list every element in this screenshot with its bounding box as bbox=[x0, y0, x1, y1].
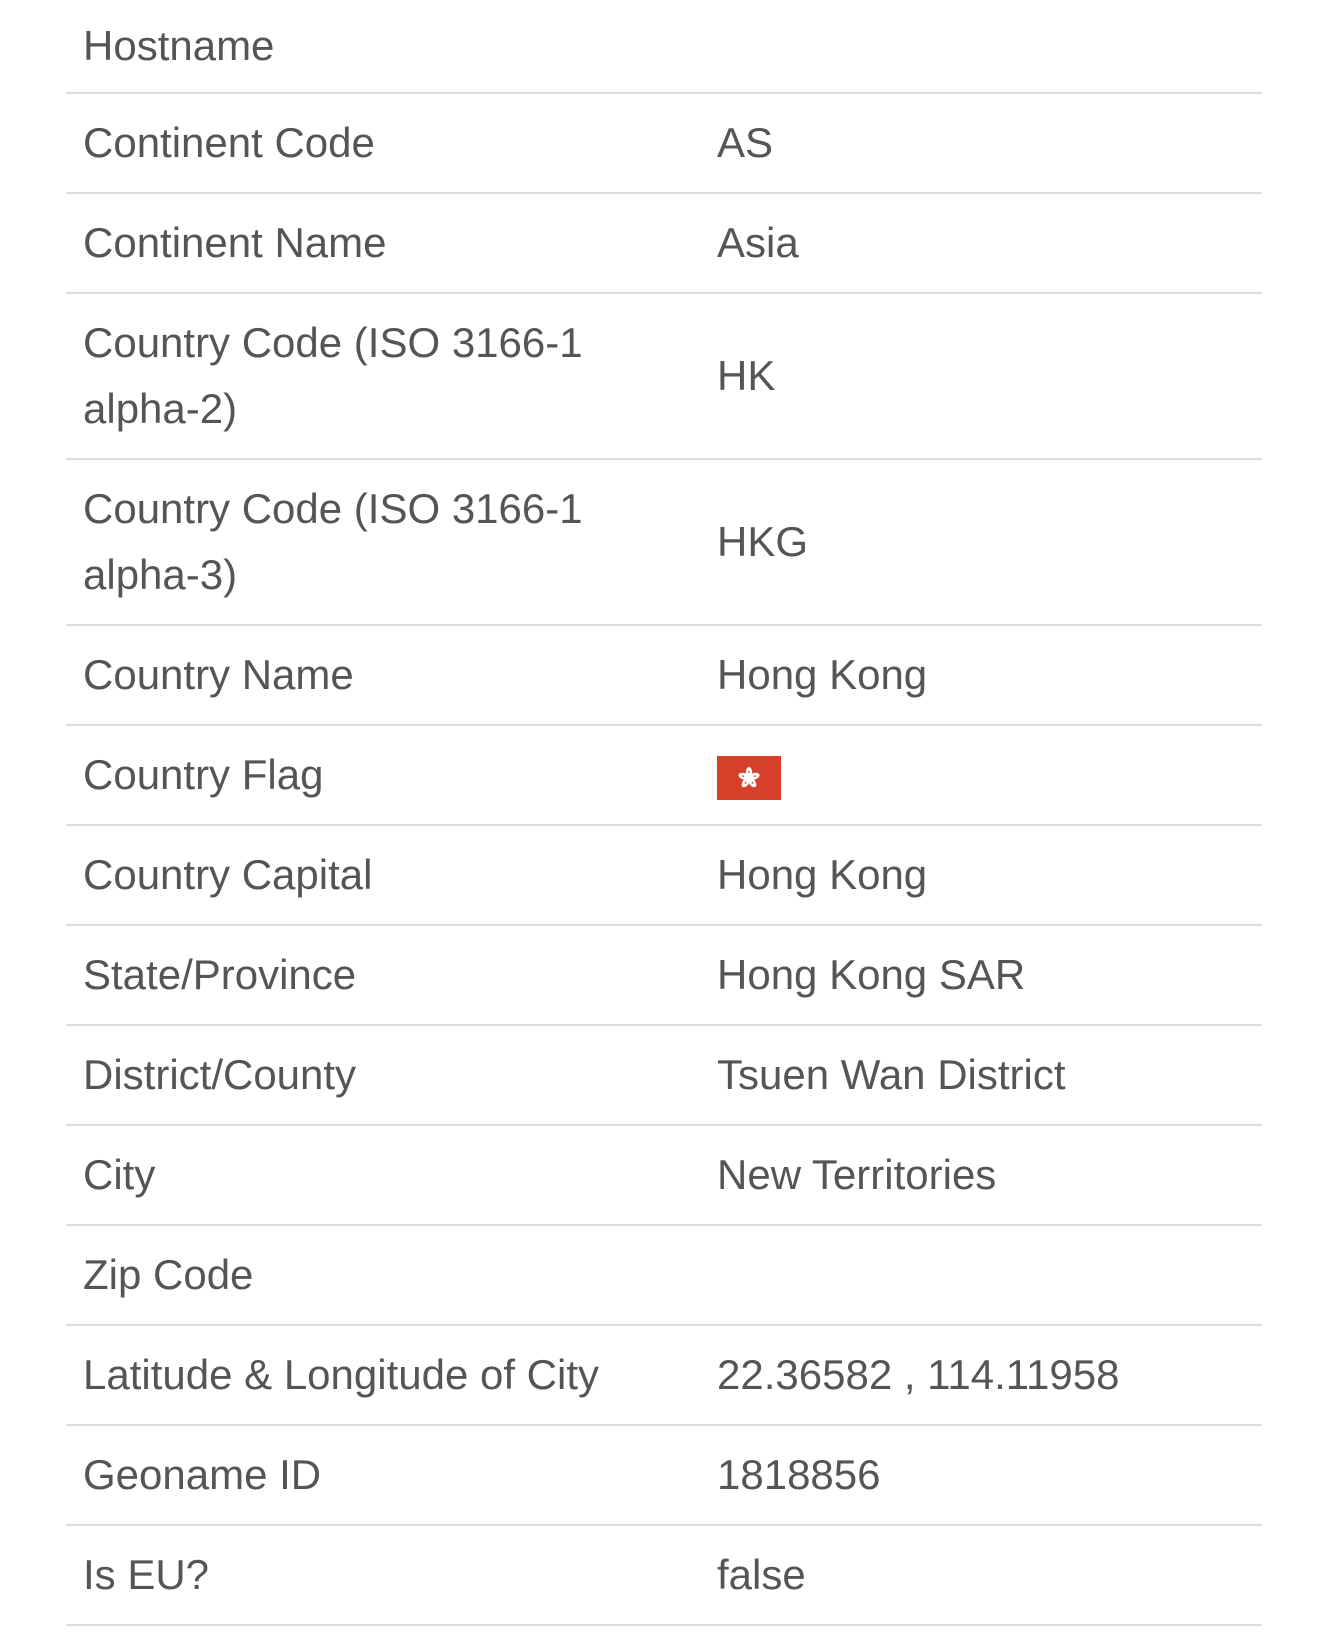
row-label: District/County bbox=[66, 1025, 700, 1126]
row-label: Latitude & Longitude of City bbox=[66, 1325, 700, 1426]
row-label: Country Capital bbox=[66, 825, 700, 926]
row-value: 22.36582 , 114.11958 bbox=[700, 1325, 1262, 1426]
row-value: 1818856 bbox=[700, 1425, 1262, 1526]
table-row-hostname: Hostname bbox=[66, 0, 1262, 94]
row-label: Country Name bbox=[66, 625, 700, 726]
table-row-continent-name: Continent Name Asia bbox=[66, 193, 1262, 294]
table-row-continent-code: Continent Code AS bbox=[66, 93, 1262, 194]
row-value: false bbox=[700, 1525, 1262, 1626]
table-row-country-name: Country Name Hong Kong bbox=[66, 625, 1262, 726]
row-label: Continent Code bbox=[66, 93, 700, 194]
row-value bbox=[700, 1225, 1262, 1326]
row-label: Country Code (ISO 3166-1 alpha-3) bbox=[66, 459, 700, 626]
row-value: Asia bbox=[700, 193, 1262, 294]
table-row-state-province: State/Province Hong Kong SAR bbox=[66, 925, 1262, 1026]
table-row-geoname-id: Geoname ID 1818856 bbox=[66, 1425, 1262, 1526]
row-value: HK bbox=[700, 293, 1262, 460]
row-value: AS bbox=[700, 93, 1262, 194]
row-label: Country Code (ISO 3166-1 alpha-2) bbox=[66, 293, 700, 460]
table-row-country-code-alpha2: Country Code (ISO 3166-1 alpha-2) HK bbox=[66, 293, 1262, 460]
row-label: Geoname ID bbox=[66, 1425, 700, 1526]
table-row-country-capital: Country Capital Hong Kong bbox=[66, 825, 1262, 926]
row-value: Hong Kong bbox=[700, 825, 1262, 926]
row-label: Continent Name bbox=[66, 193, 700, 294]
row-value: Hong Kong bbox=[700, 625, 1262, 726]
row-value: Tsuen Wan District bbox=[700, 1025, 1262, 1126]
table-row-zip-code: Zip Code bbox=[66, 1225, 1262, 1326]
table-row-district-county: District/County Tsuen Wan District bbox=[66, 1025, 1262, 1126]
row-value bbox=[700, 0, 1262, 94]
row-value bbox=[700, 725, 1262, 826]
table-row-country-flag: Country Flag bbox=[66, 725, 1262, 826]
ip-geolocation-table: Hostname Continent Code AS Continent Nam… bbox=[66, 0, 1262, 1626]
row-label: State/Province bbox=[66, 925, 700, 1026]
row-value: HKG bbox=[700, 459, 1262, 626]
row-label: Hostname bbox=[66, 0, 700, 94]
row-label: Is EU? bbox=[66, 1525, 700, 1626]
row-label: Zip Code bbox=[66, 1225, 700, 1326]
row-value: New Territories bbox=[700, 1125, 1262, 1226]
table-row-lat-long: Latitude & Longitude of City 22.36582 , … bbox=[66, 1325, 1262, 1426]
hong-kong-flag-icon bbox=[717, 755, 781, 800]
row-label: Country Flag bbox=[66, 725, 700, 826]
row-value: Hong Kong SAR bbox=[700, 925, 1262, 1026]
row-label: City bbox=[66, 1125, 700, 1226]
table-row-city: City New Territories bbox=[66, 1125, 1262, 1226]
table-row-country-code-alpha3: Country Code (ISO 3166-1 alpha-3) HKG bbox=[66, 459, 1262, 626]
table-row-is-eu: Is EU? false bbox=[66, 1525, 1262, 1626]
